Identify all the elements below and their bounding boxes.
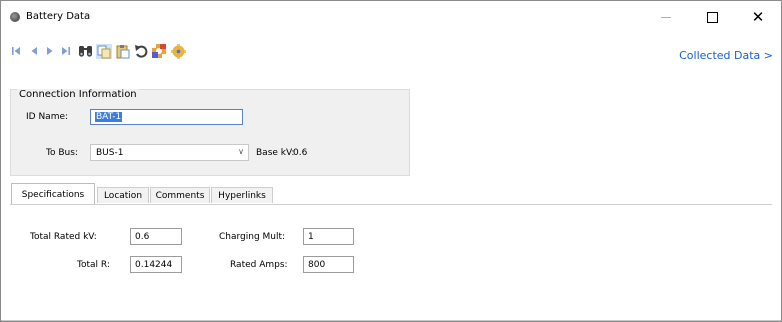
connection-group-legend: Connection Information [17,89,139,100]
base-kv-value: 0.6 [293,148,308,158]
total-r-label: Total R: [77,260,110,270]
find-icon[interactable] [78,43,93,59]
close-icon: ✕ [751,8,765,26]
charging-mult-input[interactable]: 1 [303,228,354,245]
maximize-icon [706,11,718,23]
app-icon [10,12,20,22]
bottom-divider [1,320,781,321]
title-bar: Battery Data ✕ [1,1,781,33]
to-bus-select[interactable]: BUS-1 ∨ [90,144,249,161]
rated-amps-label: Rated Amps: [230,260,288,270]
to-bus-value: BUS-1 [96,148,124,158]
paste-icon[interactable] [115,43,130,59]
copy-icon[interactable] [96,43,112,59]
tab-location[interactable]: Location [97,187,149,203]
total-r-input[interactable]: 0.14244 [130,256,182,273]
undo-icon[interactable] [134,43,148,59]
total-rated-kv-input[interactable]: 0.6 [130,228,182,245]
settings-icon[interactable] [151,43,167,59]
first-record-icon[interactable] [11,43,21,59]
tab-comments[interactable]: Comments [150,187,210,203]
id-name-input[interactable]: BAT-1 [90,109,243,125]
settings-alt-icon[interactable] [171,43,186,59]
to-bus-label: To Bus: [46,148,78,158]
window-title: Battery Data [26,11,91,22]
base-kv-label: Base kV: [256,148,295,158]
previous-record-icon[interactable] [29,43,39,59]
maximize-button[interactable] [689,1,735,33]
chevron-down-icon: ∨ [238,147,244,156]
last-record-icon[interactable] [61,43,71,59]
connection-information-group: Connection Information ID Name: BAT-1 To… [10,89,410,176]
specifications-panel: Total Rated kV: 0.6 Charging Mult: 1 Tot… [10,205,772,321]
tab-specifications[interactable]: Specifications [11,183,95,205]
rated-amps-input[interactable]: 800 [303,256,354,273]
next-record-icon[interactable] [45,43,55,59]
content-area: Connection Information ID Name: BAT-1 To… [1,79,781,321]
minimize-button[interactable] [643,1,689,33]
battery-data-window: Battery Data ✕ Collected Data > Connecti… [0,0,782,322]
tab-strip: Specifications Location Comments Hyperli… [11,183,771,205]
id-name-label: ID Name: [26,112,69,122]
close-button[interactable]: ✕ [735,1,781,33]
total-rated-kv-label: Total Rated kV: [30,232,97,242]
toolbar: Collected Data > [1,33,781,79]
tab-hyperlinks[interactable]: Hyperlinks [211,187,273,203]
charging-mult-label: Charging Mult: [219,232,286,242]
minimize-icon [661,16,671,18]
collected-data-link[interactable]: Collected Data > [679,49,773,62]
id-name-value: BAT-1 [95,112,123,122]
